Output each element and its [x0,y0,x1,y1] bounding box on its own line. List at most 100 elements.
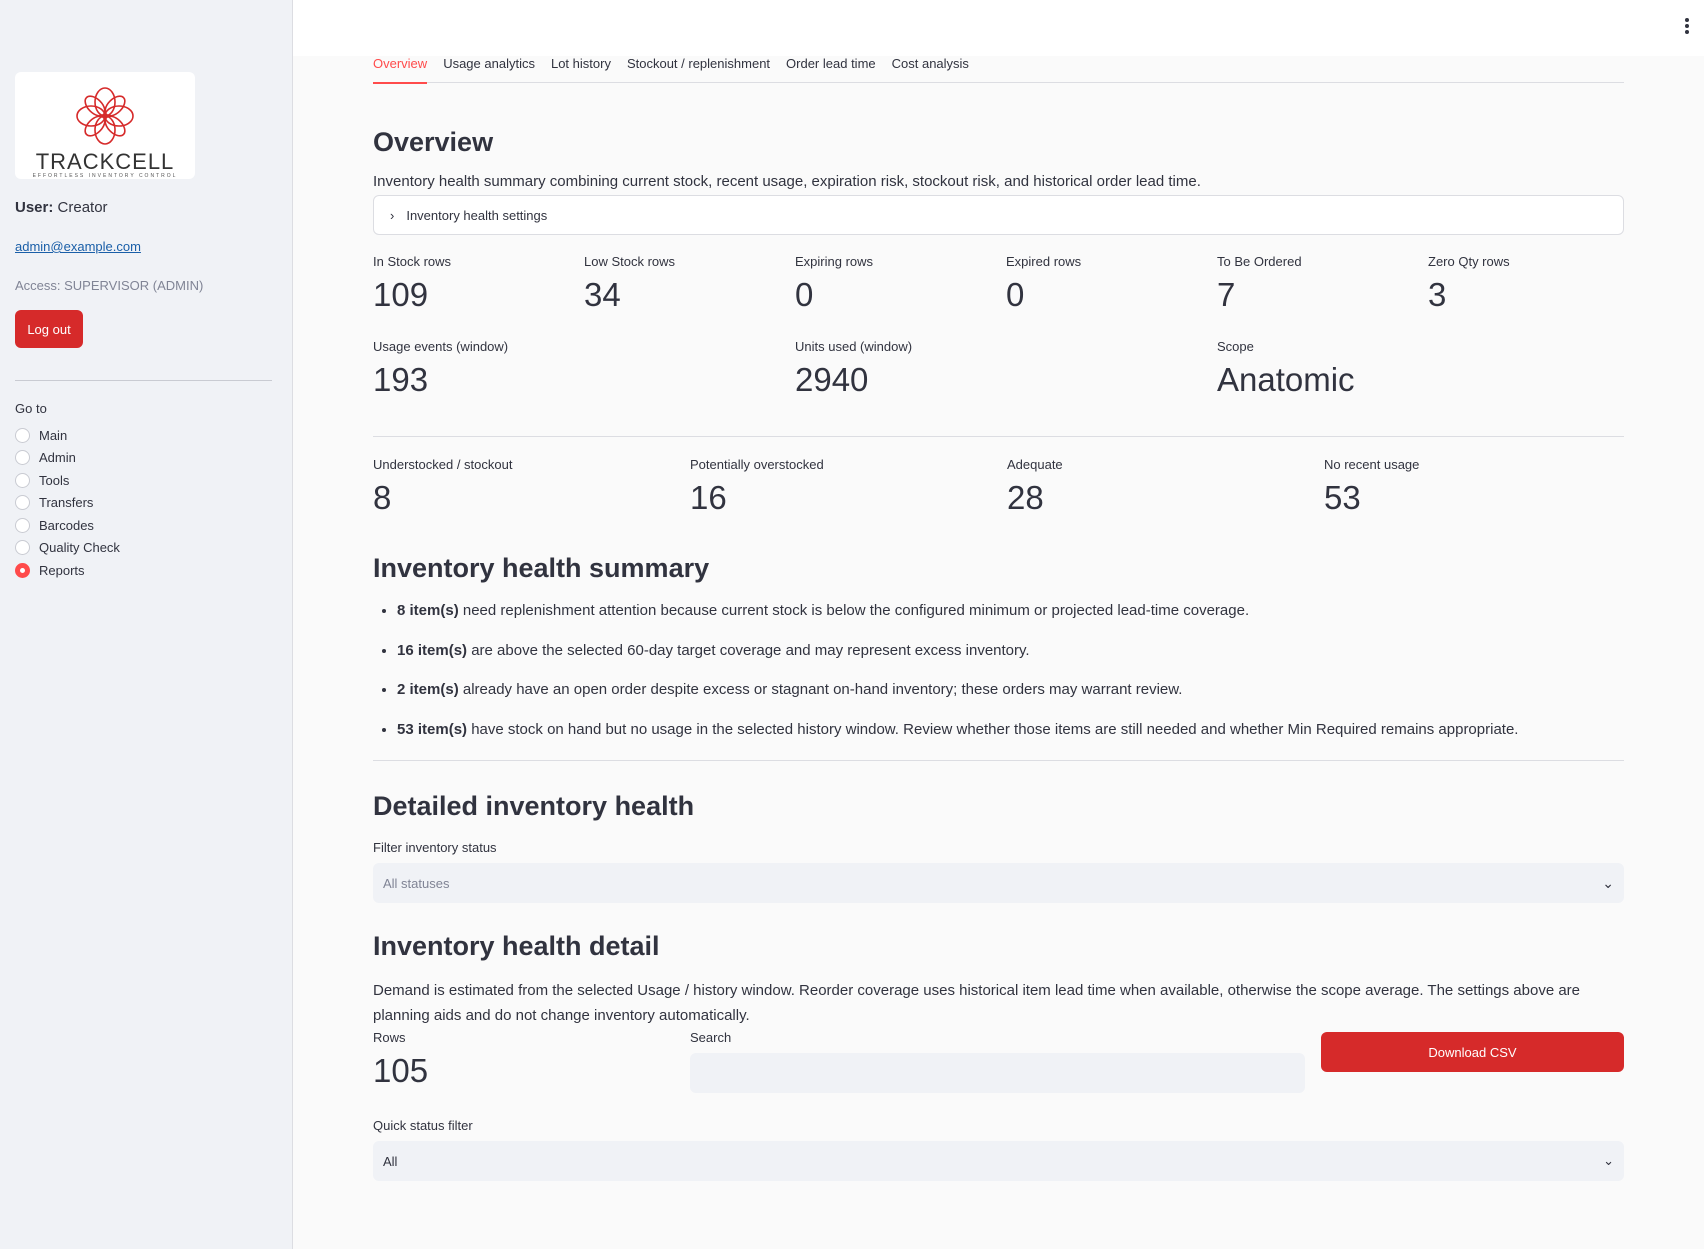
nav-item-label: Admin [39,450,76,466]
metric-value: 0 [1006,276,1025,313]
bullet-text: already have an open order despite exces… [458,681,1183,698]
metric-value: 16 [690,479,727,516]
metric-label: Zero Qty rows [1428,254,1510,269]
inventory-health-settings-expander[interactable]: › Inventory health settings [373,195,1624,235]
top-bar [293,0,1704,56]
metric-value: 105 [373,1052,429,1089]
metric: Potentially overstocked 16 [690,457,1007,518]
nav-item-admin[interactable]: Admin [15,447,277,470]
stock-metrics-row: In Stock rows 109 Low Stock rows 34 Expiri… [373,254,1624,315]
search-field: Search [690,1030,1305,1093]
tab-cost-analysis[interactable]: Cost analysis [892,56,969,83]
quick-status-select[interactable]: All ⌄ [373,1141,1624,1181]
bullet-text: are above the selected 60-day target cov… [467,641,1030,659]
metric-value: 8 [373,479,392,516]
metric: In Stock rows 109 [373,254,584,315]
metric-label: Low Stock rows [584,254,676,269]
list-item: 2 item(s) already have an open order des… [397,681,1624,698]
summary-list: 8 item(s) need replenishment attention b… [373,602,1624,738]
tab-stockout-replenishment[interactable]: Stockout / replenishment [627,56,770,83]
nav-item-tools[interactable]: Tools [15,469,277,492]
expander-label: Inventory health settings [406,207,548,223]
metric: Scope Anatomic [1217,339,1639,400]
bullet-text: have stock on hand but no usage in the s… [467,720,1519,738]
nav-item-label: Tools [39,472,70,488]
metric: Zero Qty rows 3 [1428,254,1639,315]
user-name: Creator [57,199,108,216]
nav-item-main[interactable]: Main [15,424,277,447]
download-col: Download CSV [1321,1030,1624,1093]
metric: Adequate 28 [1007,457,1324,518]
tab-order-lead-time[interactable]: Order lead time [786,56,876,83]
tab-usage-analytics[interactable]: Usage analytics [443,56,535,83]
metric-label: Potentially overstocked [690,457,824,472]
chevron-right-icon: › [390,207,395,223]
logo-mark-icon [76,87,134,145]
user-line: User: Creator [15,199,277,216]
nav-item-label: Reports [39,562,85,578]
main-content: Overview Usage analytics Lot history Sto… [373,56,1624,1181]
status-filter-select[interactable]: All statuses ⌄ [373,863,1624,903]
metric: Understocked / stockout 8 [373,457,690,518]
metric-value: 53 [1324,479,1361,516]
logo-tagline: EFFORTLESS INVENTORY CONTROL [32,173,178,179]
chevron-down-icon: ⌄ [1603,1153,1614,1168]
goto-label: Go to [15,401,47,416]
detail-title: Inventory health detail [373,931,660,961]
list-item: 16 item(s) are above the selected 60-day… [397,642,1624,659]
health-metrics-row: Understocked / stockout 8 Potentially ove… [373,457,1624,518]
metric: Units used (window) 2940 [795,339,1217,400]
metric: Expiring rows 0 [795,254,1006,315]
usage-metrics-row: Usage events (window) 193 Units used (win… [373,339,1624,400]
list-item: 8 item(s) need replenishment attention b… [397,602,1624,619]
nav-item-barcodes[interactable]: Barcodes [15,514,277,537]
nav-item-label: Main [39,427,68,443]
download-csv-button[interactable]: Download CSV [1321,1032,1624,1072]
search-input[interactable] [690,1053,1305,1093]
metric-value: 0 [795,276,814,313]
metric-label: No recent usage [1324,457,1420,472]
nav-item-transfers[interactable]: Transfers [15,492,277,515]
metric-label: Units used (window) [795,339,913,354]
nav-item-label: Quality Check [39,540,120,556]
bullet-text: need replenishment attention because cur… [458,602,1250,619]
nav-item-quality-check[interactable]: Quality Check [15,537,277,560]
metric-label: To Be Ordered [1217,254,1302,269]
detail-description: Demand is estimated from the selected Us… [373,982,1581,1024]
logout-button[interactable]: Log out [15,310,83,348]
filter-label: Filter inventory status [373,840,497,855]
radio-icon [15,540,30,556]
tab-overview[interactable]: Overview [373,56,428,84]
metric-label: Rows [373,1030,406,1045]
list-item: 53 item(s) have stock on hand but no usa… [397,721,1624,738]
metric-value: 7 [1217,276,1236,313]
nav-item-reports[interactable]: Reports [15,559,277,582]
summary-title: Inventory health summary [373,553,710,583]
metric: Low Stock rows 34 [584,254,795,315]
logo-word: TRACKCELL [35,149,175,174]
more-menu-icon[interactable] [1684,18,1690,36]
metric-label: In Stock rows [373,254,452,269]
sidebar-divider [15,380,272,381]
radio-icon [15,472,30,488]
radio-icon [15,495,30,511]
rows-metric: Rows 105 [373,1030,690,1093]
section-divider [373,760,1624,761]
email-link[interactable]: admin@example.com [15,239,277,254]
metric-value: Anatomic [1217,361,1355,398]
metric-label: Usage events (window) [373,339,509,354]
nav-item-label: Barcodes [39,517,94,533]
radio-icon [15,450,30,466]
detailed-title: Detailed inventory health [373,791,695,821]
tab-lot-history[interactable]: Lot history [551,56,611,83]
chevron-down-icon: ⌄ [1602,874,1614,891]
metric: Expired rows 0 [1006,254,1217,315]
metric: To Be Ordered 7 [1217,254,1428,315]
metric-value: 34 [584,276,621,313]
metric-value: 3 [1428,276,1447,313]
metric-value: 28 [1007,479,1044,516]
nav-item-label: Transfers [39,495,94,511]
bullet-count: 8 item(s) [397,602,459,619]
radio-icon [15,517,30,533]
bullet-count: 16 item(s) [397,641,468,659]
